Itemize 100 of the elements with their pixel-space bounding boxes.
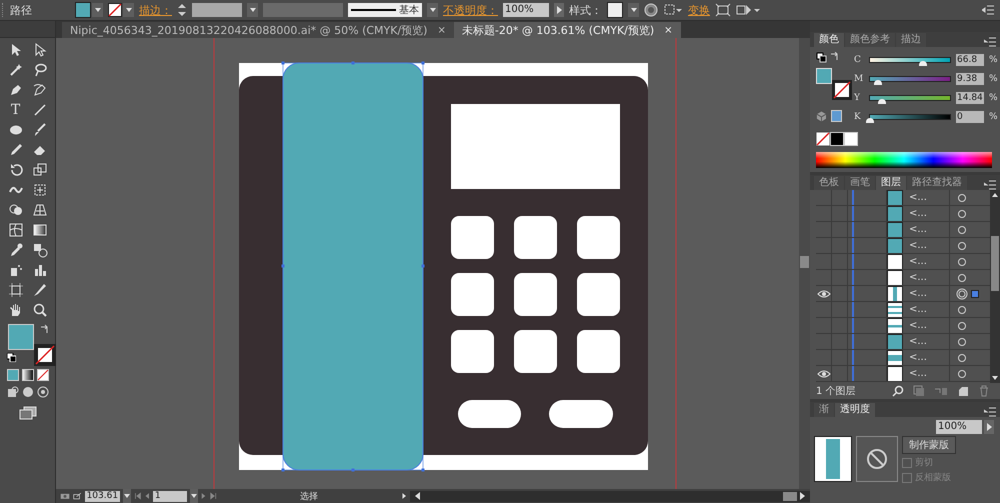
web-safe-swatch[interactable] [830, 110, 842, 122]
panel-menu-icon[interactable] [984, 37, 996, 47]
screen-mode-icon[interactable] [18, 406, 36, 420]
close-button[interactable]: × [437, 24, 446, 36]
swap-icons[interactable] [816, 52, 840, 64]
layer-row[interactable]: <... [816, 302, 990, 318]
color-mode-icon[interactable] [6, 369, 18, 381]
flip-icon[interactable] [736, 3, 762, 17]
triangle-icon[interactable] [554, 3, 564, 17]
dropdown-button[interactable] [247, 3, 258, 17]
quick-swatch[interactable] [830, 132, 844, 146]
selection-indicator[interactable] [971, 290, 979, 298]
zoom-field[interactable]: 103.61 [84, 490, 120, 502]
panel-tab[interactable]: 颜色参考 [845, 33, 895, 47]
spinner-icon[interactable] [177, 3, 187, 17]
line-style-dropdown[interactable]: 基本 [348, 3, 422, 17]
stroke-none-swatch[interactable] [832, 80, 852, 100]
dropdown-button[interactable] [190, 489, 198, 503]
cube-icon[interactable] [816, 110, 827, 122]
stroke-none-swatch[interactable] [34, 344, 56, 366]
scroll-thumb[interactable] [991, 236, 999, 291]
scroll-thumb[interactable] [783, 492, 797, 500]
style-swatch[interactable] [607, 2, 623, 18]
triangle-icon[interactable] [984, 420, 994, 434]
layer-row[interactable]: <... [816, 270, 990, 286]
target-circle-icon[interactable] [956, 304, 968, 316]
channel-value-field[interactable]: 14.84 [956, 92, 984, 104]
document-tab[interactable]: Nipic_4056343_20190813220426088000.ai* @ 50% (CMYK/预览) × [62, 22, 454, 38]
checkbox[interactable] [902, 458, 912, 468]
opacity-field[interactable]: 100% [936, 420, 982, 434]
draw-inside-icon[interactable] [36, 386, 48, 398]
slice-icon[interactable] [32, 282, 48, 298]
transform-link[interactable]: 变换 [688, 2, 710, 18]
mesh-icon[interactable] [8, 222, 24, 238]
perspective-grid-icon[interactable] [32, 202, 48, 218]
target-circle-icon[interactable] [956, 336, 968, 348]
panel-grip-bar[interactable] [0, 21, 55, 38]
target-circle-icon[interactable] [956, 240, 968, 252]
layer-row[interactable]: <... [816, 334, 990, 350]
layer-row[interactable]: <... [816, 238, 990, 254]
status-menu-icon[interactable] [401, 491, 407, 501]
stroke-weight-field[interactable] [192, 3, 242, 17]
camera-icon[interactable] [60, 491, 70, 501]
make-mask-button[interactable]: 制作蒙版 [902, 436, 956, 454]
stroke-link[interactable]: 描边： [139, 2, 172, 18]
swap-arrows-icon[interactable] [40, 324, 50, 334]
panel-menu-icon[interactable] [984, 180, 996, 190]
panel-menu-icon[interactable] [984, 407, 996, 417]
panel-tab[interactable]: 透明度 [835, 403, 875, 417]
panel-tab[interactable]: 描边 [896, 33, 926, 47]
blend-icon[interactable] [32, 242, 48, 258]
panel-menu-icon[interactable] [982, 5, 994, 15]
draw-normal-icon[interactable] [6, 386, 18, 398]
horizontal-scrollbar[interactable] [410, 490, 810, 502]
dropdown-button[interactable] [628, 3, 639, 17]
default-colors-icon[interactable] [6, 353, 16, 362]
bounding-box-icon[interactable] [715, 3, 731, 17]
fill-swatch[interactable] [75, 2, 91, 18]
panel-tab[interactable]: 图层 [876, 176, 906, 190]
last-artboard-icon[interactable] [210, 491, 217, 501]
target-circle-icon[interactable] [956, 320, 968, 332]
target-circle-icon[interactable] [956, 368, 968, 380]
globe-icon[interactable] [644, 3, 658, 17]
channel-value-field[interactable]: 9.38 [956, 72, 984, 84]
panel-tab[interactable]: 颜色 [814, 33, 844, 47]
target-circle-icon[interactable] [956, 288, 968, 300]
slider-thumb[interactable] [866, 118, 874, 122]
variable-width-field[interactable] [263, 3, 343, 17]
gradient-icon[interactable] [32, 222, 48, 238]
none-swatch[interactable] [816, 132, 830, 146]
scale-icon[interactable] [32, 162, 48, 178]
align-selection-icon[interactable] [663, 3, 683, 17]
new-layer-icon[interactable] [957, 385, 969, 397]
mask-thumbnail[interactable] [856, 436, 898, 482]
object-thumbnail[interactable] [814, 436, 852, 482]
target-circle-icon[interactable] [956, 272, 968, 284]
type-tool[interactable]: T [10, 102, 20, 118]
panel-tab[interactable]: 画笔 [845, 176, 875, 190]
fill-color-swatch[interactable] [816, 68, 832, 84]
vertical-scrollbar[interactable] [799, 38, 810, 489]
close-button[interactable]: × [664, 24, 673, 36]
free-transform-icon[interactable] [32, 182, 48, 198]
dropdown-button[interactable] [123, 489, 132, 503]
layer-row[interactable]: <... [816, 190, 990, 206]
clipping-mask-icon[interactable] [913, 385, 925, 397]
layer-row[interactable]: <... [816, 318, 990, 334]
previous-artboard-icon[interactable] [144, 491, 150, 501]
dropdown-button[interactable] [427, 3, 438, 17]
magic-wand-icon[interactable] [8, 62, 24, 78]
layer-row[interactable]: <... [816, 254, 990, 270]
stroke-none-swatch[interactable] [108, 3, 122, 17]
search-icon[interactable] [892, 385, 904, 397]
checkbox[interactable] [902, 472, 912, 482]
eye-icon[interactable] [816, 290, 830, 298]
layer-row[interactable]: <... [816, 350, 990, 366]
dropdown-button[interactable] [123, 3, 134, 17]
layer-row[interactable]: <... [816, 206, 990, 222]
none-mode-icon[interactable] [36, 369, 48, 381]
opacity-link[interactable]: 不透明度： [443, 2, 498, 18]
gradient-mode-icon[interactable] [22, 369, 34, 381]
